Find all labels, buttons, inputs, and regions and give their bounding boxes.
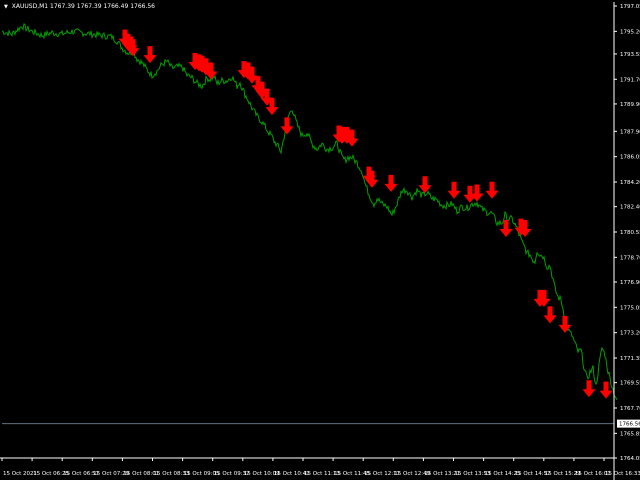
sell-arrow-icon xyxy=(582,380,596,398)
y-tick-label: 1765.85 xyxy=(620,431,640,437)
sell-arrow-icon xyxy=(485,181,499,199)
y-tick-label: 1771.35 xyxy=(620,356,640,362)
axes: 1797.05 1795.20 1793.55 1791.70 1789.90 1787.… xyxy=(0,2,640,480)
symbol-label: XAUUSD,M1 xyxy=(11,3,49,10)
y-tick-label: 1786.05 xyxy=(620,155,640,161)
sell-arrow-icon xyxy=(418,176,432,194)
symbol-info-bar: ▼ XAUUSD,M1 1767.39 1767.39 1766.49 1766… xyxy=(4,3,155,10)
sell-arrow-icon xyxy=(447,181,461,199)
y-tick-label: 1767.70 xyxy=(620,406,640,412)
y-tick-label: 1775.05 xyxy=(620,305,640,311)
y-tick-label: 1764.05 xyxy=(620,456,640,462)
y-tick-label: 1793.55 xyxy=(620,52,640,58)
y-tick-label: 1791.70 xyxy=(620,77,640,83)
price-series-line xyxy=(1,23,618,401)
sell-arrow-icon xyxy=(499,220,513,238)
y-tick-label: 1787.90 xyxy=(620,129,640,135)
y-tick-label: 1769.55 xyxy=(620,381,640,387)
x-tick-label: 15 Oct 2021 xyxy=(3,471,37,477)
sell-arrow-icon xyxy=(543,306,557,324)
chart-window[interactable]: 1797.05 1795.20 1793.55 1791.70 1789.90 1787.… xyxy=(0,0,640,480)
sell-arrow-icon xyxy=(384,174,398,192)
collapse-triangle-icon[interactable]: ▼ xyxy=(4,4,8,10)
x-tick-label: 15 Oct 16:33 xyxy=(605,471,640,477)
y-tick-label: 1784.20 xyxy=(620,180,640,186)
y-tick-label: 1780.55 xyxy=(620,230,640,236)
y-tick-label: 1778.70 xyxy=(620,255,640,261)
y-tick-label: 1797.05 xyxy=(620,4,640,10)
price-chart[interactable]: 1797.05 1795.20 1793.55 1791.70 1789.90 1787.… xyxy=(0,0,640,480)
y-tick-label: 1789.90 xyxy=(620,102,640,108)
signal-arrows xyxy=(118,29,613,399)
sell-arrow-icon xyxy=(143,46,157,64)
ohlc-values: 1767.39 1767.39 1766.49 1766.56 xyxy=(50,3,155,10)
y-tick-label: 1782.40 xyxy=(620,205,640,211)
y-tick-label: 1776.90 xyxy=(620,280,640,286)
current-price-label: 1766.56 xyxy=(619,422,640,428)
y-tick-label: 1773.20 xyxy=(620,331,640,337)
sell-arrow-icon xyxy=(280,117,294,135)
y-tick-label: 1795.20 xyxy=(620,29,640,35)
